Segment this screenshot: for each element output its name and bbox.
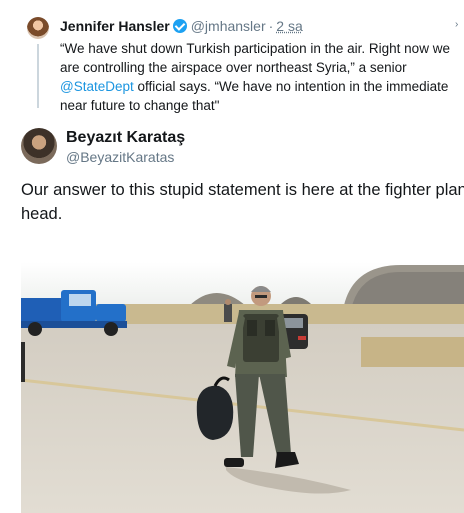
author-name[interactable]: Beyazıt Karataş [66, 128, 185, 148]
quoted-text-line: near future to change that" [60, 98, 220, 113]
quoted-tweet-header: Jennifer Hansler @jmhansler · 2 sa [60, 17, 303, 35]
tweet-text-line: Our answer to this stupid statement is h… [21, 181, 464, 199]
author-handle[interactable]: @BeyazitKaratas [66, 148, 174, 166]
header-separator: · [268, 18, 274, 34]
author-avatar[interactable] [21, 128, 57, 164]
photo-illustration [21, 262, 464, 513]
quoted-tweet[interactable]: Jennifer Hansler @jmhansler · 2 sa › “We ha… [0, 0, 464, 122]
quoted-text-fragment: official says. “We have no intention in … [137, 79, 449, 94]
tweet-text: Our answer to this stupid statement is h… [21, 178, 464, 226]
mention-link[interactable]: @StateDept [60, 79, 134, 94]
tweet-text-line: head. [21, 205, 63, 223]
quoted-text-line: “We have shut down Turkish participation… [60, 41, 450, 56]
quoted-text-line: @StateDept official says. “We have no in… [60, 77, 464, 96]
verified-badge-icon [172, 19, 187, 33]
quoted-author-name[interactable]: Jennifer Hansler [60, 18, 170, 34]
thread-line [37, 44, 39, 108]
quoted-tweet-timestamp[interactable]: 2 sa [276, 18, 302, 34]
tweet-photo[interactable] [21, 262, 464, 513]
quoted-tweet-avatar[interactable] [27, 17, 49, 39]
quoted-text-line: are controlling the airspace over northe… [60, 60, 407, 75]
chevron-icon[interactable]: › [455, 19, 458, 30]
quoted-tweet-text: “We have shut down Turkish participation… [60, 39, 464, 115]
quoted-author-handle[interactable]: @jmhansler [191, 18, 266, 34]
